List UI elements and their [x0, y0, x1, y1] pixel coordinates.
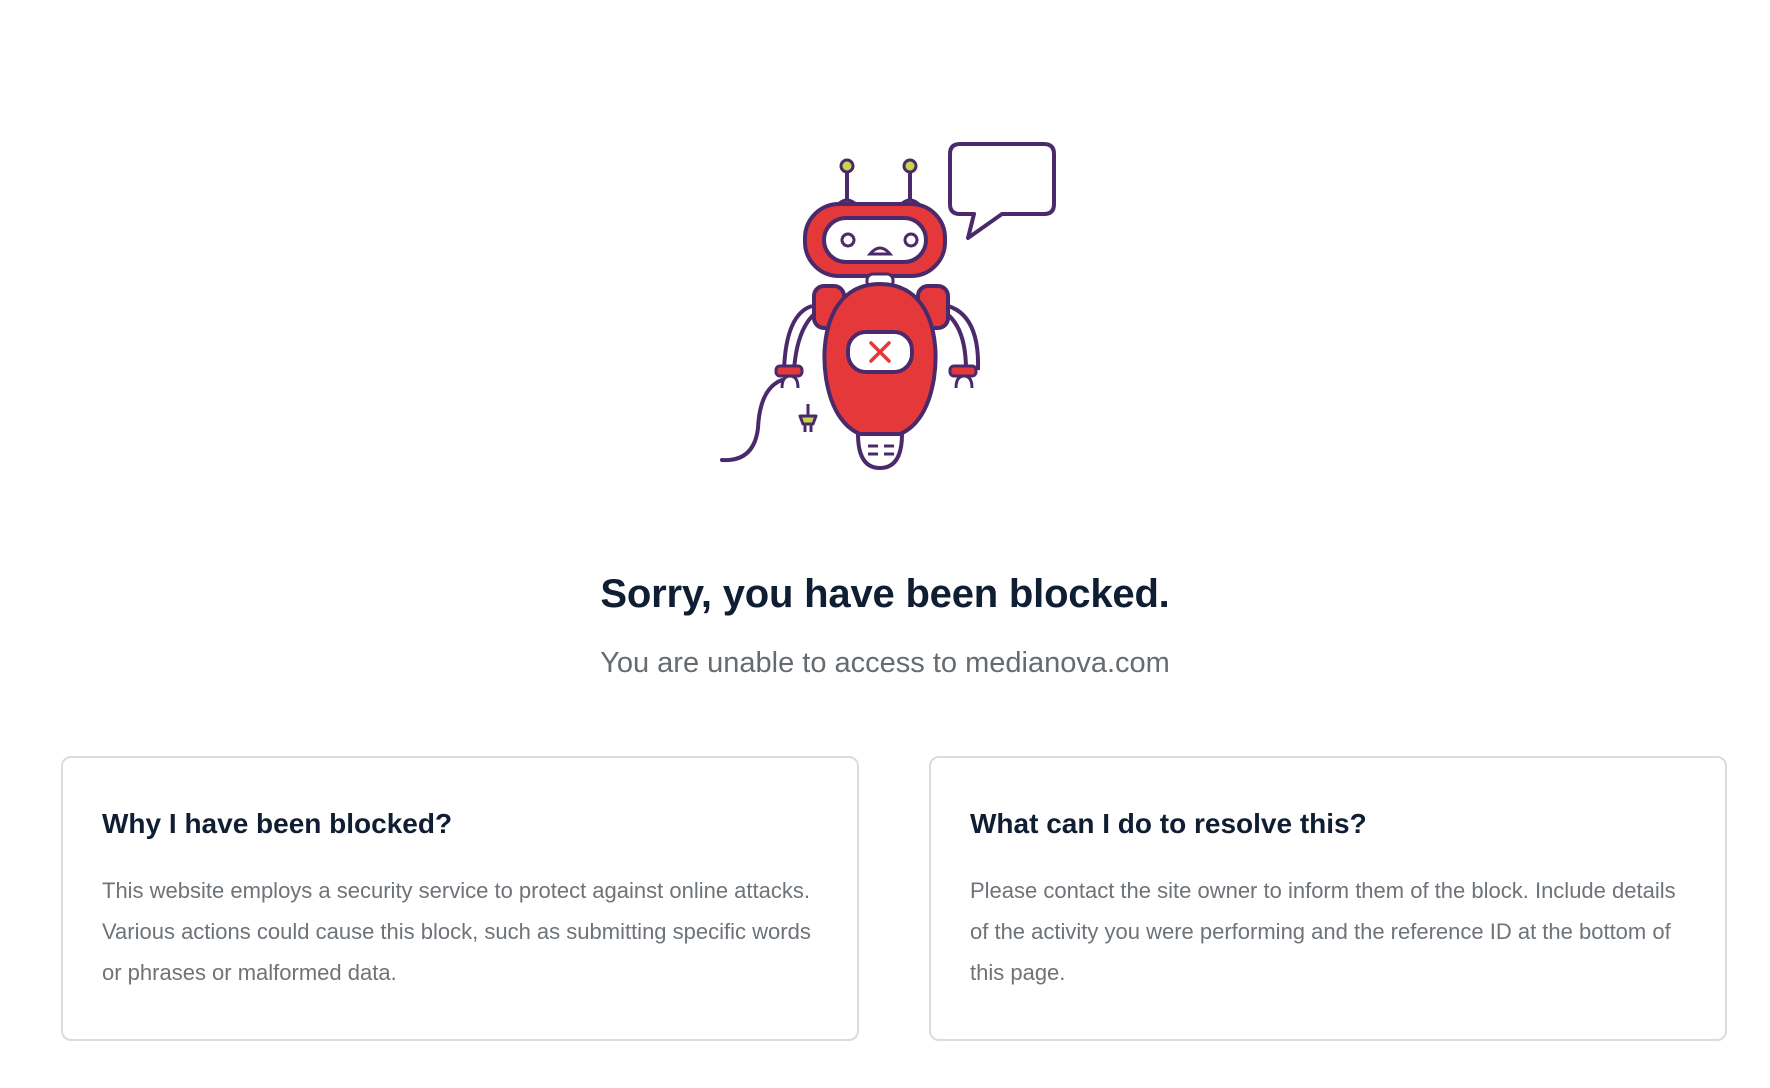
speech-bubble-icon — [948, 142, 1056, 240]
page-subtitle: You are unable to access to medianova.co… — [600, 647, 1170, 679]
plug-icon — [798, 414, 818, 426]
info-card-resolve: What can I do to resolve this? Please co… — [929, 756, 1727, 1041]
card-title: What can I do to resolve this? — [970, 808, 1367, 839]
info-card-why-blocked: Why I have been blocked? This website em… — [61, 756, 859, 1041]
card-body: This website employs a security service … — [102, 878, 811, 985]
card-title: Why I have been blocked? — [102, 808, 453, 839]
page-title: Sorry, you have been blocked. — [600, 572, 1170, 616]
card-body: Please contact the site owner to inform … — [970, 878, 1676, 985]
blocked-robot-illustration — [720, 138, 1070, 478]
